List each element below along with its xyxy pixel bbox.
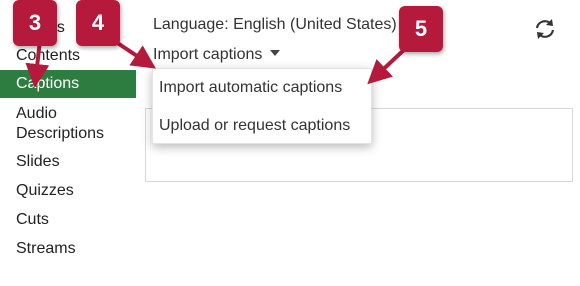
sidebar-item-cuts[interactable]: Cuts [0, 210, 136, 230]
refresh-icon[interactable] [532, 16, 558, 42]
callout-badge-3: 3 [13, 0, 57, 46]
sidebar-item-quizzes[interactable]: Quizzes [0, 181, 136, 201]
sidebar-item-streams[interactable]: Streams [0, 239, 136, 259]
sidebar-item-captions[interactable]: Captions [0, 70, 136, 98]
callout-arrow-5 [367, 46, 408, 85]
callout-badge-4: 4 [76, 0, 120, 46]
import-captions-menu: Import automatic captions Upload or requ… [152, 68, 372, 144]
sidebar-item-audio-descriptions[interactable]: Audio Descriptions [0, 104, 136, 144]
language-label: Language: English (United States) [153, 16, 397, 33]
sidebar-item-contents[interactable]: Contents [0, 46, 136, 66]
import-captions-dropdown[interactable]: Import captions [153, 46, 281, 64]
menu-item-upload-or-request-captions[interactable]: Upload or request captions [159, 117, 350, 135]
sidebar-item-slides[interactable]: Slides [0, 152, 136, 172]
callout-badge-5: 5 [399, 6, 443, 52]
menu-item-import-automatic-captions[interactable]: Import automatic captions [159, 79, 342, 97]
caret-down-icon [270, 49, 281, 56]
import-captions-label: Import captions [153, 46, 263, 63]
